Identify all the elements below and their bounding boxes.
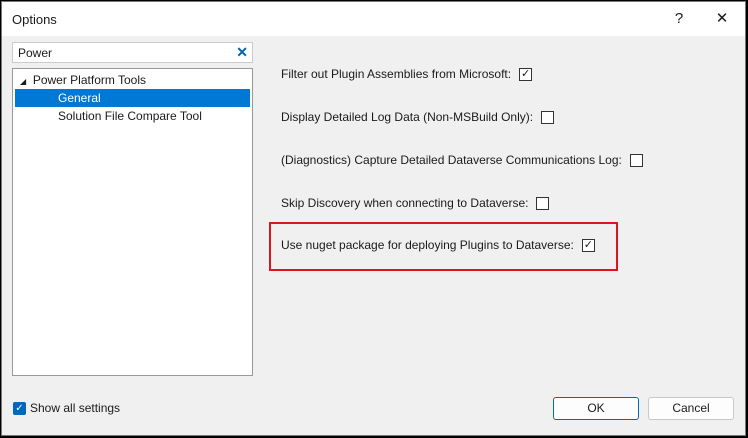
tree-node-label: Power Platform Tools <box>32 73 146 87</box>
search-value: Power <box>18 46 53 60</box>
option-checkbox[interactable]: ✓ <box>519 67 533 81</box>
ok-button[interactable]: OK <box>553 397 639 420</box>
search-input[interactable]: Power ✕ <box>12 42 253 63</box>
option-label: Display Detailed Log Data (Non-MSBuild O… <box>281 110 534 124</box>
close-button[interactable]: ✕ <box>708 8 736 30</box>
option-detailed-log: Display Detailed Log Data (Non-MSBuild O… <box>281 110 555 124</box>
option-diagnostics-log: (Diagnostics) Capture Detailed Dataverse… <box>281 153 643 167</box>
option-label: (Diagnostics) Capture Detailed Dataverse… <box>281 153 622 167</box>
tree-node-solution-file-compare-tool[interactable]: Solution File Compare Tool <box>15 107 250 125</box>
option-checkbox[interactable] <box>629 153 643 167</box>
title-bar: Options ? ✕ <box>2 2 745 36</box>
dialog-title: Options <box>12 12 57 27</box>
highlight-box <box>269 222 618 271</box>
show-all-label: Show all settings <box>30 401 121 415</box>
collapse-triangle-icon[interactable]: ◢ <box>20 77 26 86</box>
tree-node-power-platform-tools[interactable]: ◢ Power Platform Tools <box>15 71 250 89</box>
option-checkbox[interactable] <box>541 110 555 124</box>
option-skip-discovery: Skip Discovery when connecting to Datave… <box>281 196 550 210</box>
tree-node-general[interactable]: General <box>15 89 250 107</box>
show-all-settings-checkbox[interactable]: ✓ Show all settings <box>13 401 120 415</box>
options-tree: ◢ Power Platform Tools General Solution … <box>12 68 253 376</box>
option-label: Skip Discovery when connecting to Datave… <box>281 196 529 210</box>
options-dialog: Options ? ✕ Power ✕ ◢ Power Platform Too… <box>1 1 746 436</box>
option-label: Filter out Plugin Assemblies from Micros… <box>281 67 512 81</box>
clear-search-icon[interactable]: ✕ <box>236 44 248 61</box>
help-button[interactable]: ? <box>665 8 693 30</box>
option-filter-plugin-assemblies: Filter out Plugin Assemblies from Micros… <box>281 67 533 81</box>
option-checkbox[interactable] <box>536 196 550 210</box>
checkmark-icon: ✓ <box>13 401 26 415</box>
cancel-button[interactable]: Cancel <box>648 397 734 420</box>
